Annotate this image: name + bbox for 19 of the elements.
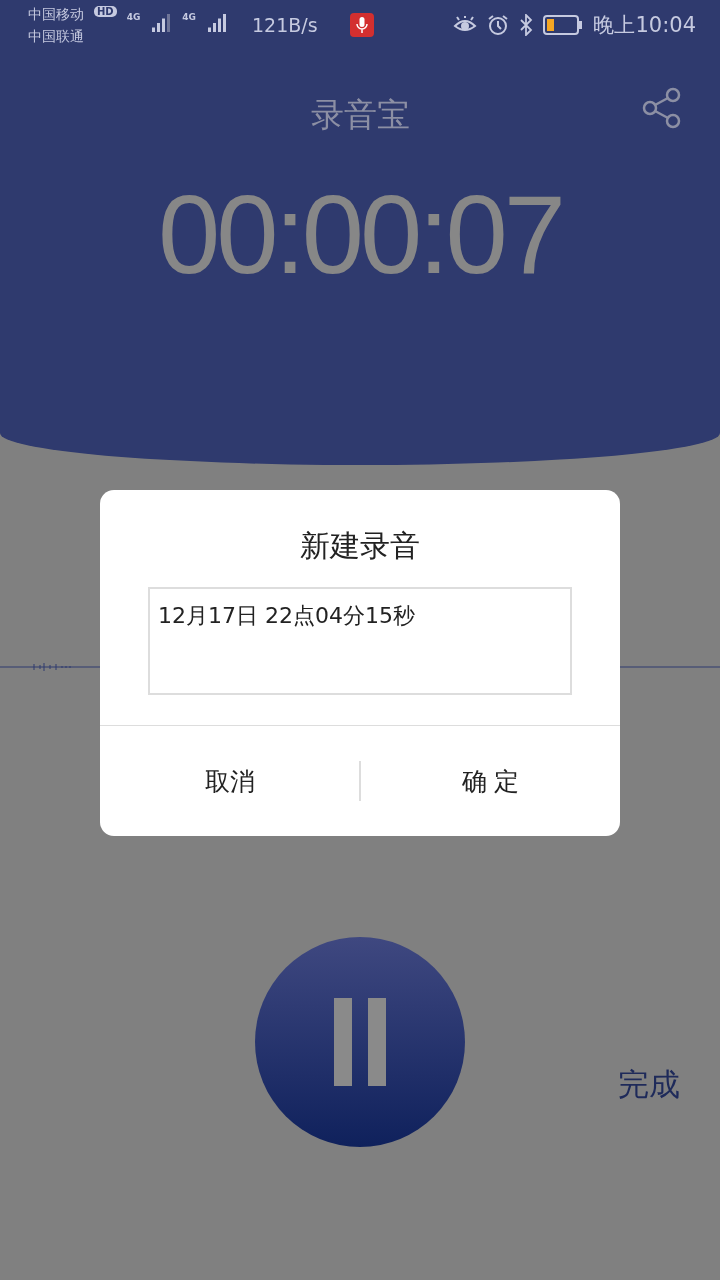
cancel-button[interactable]: 取消 <box>100 761 359 801</box>
share-icon[interactable] <box>642 87 682 129</box>
network-type: 4G <box>182 12 196 22</box>
network-type: 4G <box>126 12 141 22</box>
microphone-icon <box>349 13 374 37</box>
carrier-name: 中国联通 <box>28 27 84 46</box>
app-title: 录音宝 <box>310 93 410 136</box>
battery-icon <box>543 15 584 35</box>
hd-badge: HD <box>94 6 117 17</box>
clock-time: 晚上10:04 <box>593 12 696 39</box>
alarm-clock-icon <box>487 14 510 36</box>
dialog-title: 新建录音 <box>299 527 421 565</box>
carrier-name: 中国移动 <box>28 5 84 24</box>
confirm-button[interactable]: 确 定 <box>361 761 620 801</box>
eye-icon <box>453 16 478 34</box>
network-speed: 121B/s <box>252 14 318 36</box>
recording-timer: 00:00:07 <box>157 171 563 299</box>
name-input-field[interactable]: 12月17日 22点04分15秒 <box>148 587 572 695</box>
bluetooth-icon <box>519 14 534 36</box>
